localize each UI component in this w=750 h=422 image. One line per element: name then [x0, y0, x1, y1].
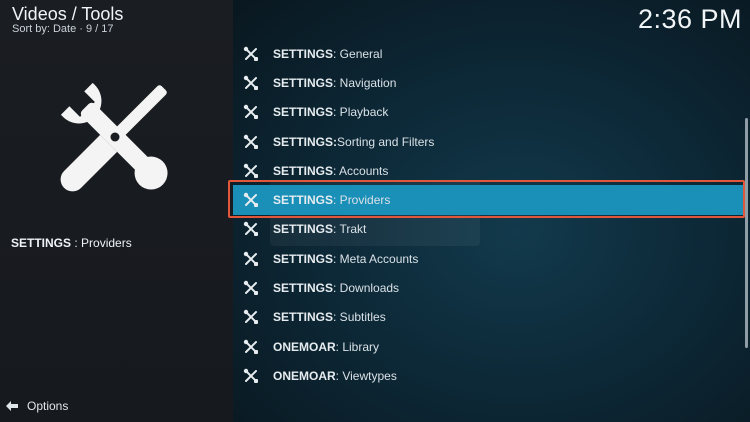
tools-icon: [243, 221, 259, 237]
menu-item-label: : Subtitles: [333, 310, 386, 325]
menu-item-label: : General: [333, 46, 383, 61]
menu-item-category: ONEMOAR: [273, 368, 336, 383]
left-info-panel: Videos / Tools Sort by: Date · 9 / 17 SE…: [0, 0, 233, 422]
scrollbar[interactable]: [745, 118, 748, 348]
menu-item-label: : Downloads: [333, 281, 400, 296]
tools-icon: [243, 104, 259, 120]
menu-item[interactable]: SETTINGS: Sorting and Filters: [233, 127, 743, 156]
menu-item[interactable]: SETTINGS : Subtitles: [233, 303, 743, 332]
menu-item[interactable]: SETTINGS : Providers: [233, 185, 743, 215]
tools-icon: [243, 368, 259, 384]
menu-item-category: SETTINGS:: [273, 134, 338, 149]
menu-item-label: : Providers: [333, 193, 391, 208]
selected-item-label: SETTINGS : Providers: [11, 236, 132, 250]
clock: 2:36 PM: [637, 4, 742, 34]
menu-item-label: : Trakt: [333, 222, 367, 237]
tools-icon: [243, 75, 259, 91]
options-arrows-icon: [6, 401, 18, 411]
menu-item[interactable]: SETTINGS : Playback: [233, 98, 743, 127]
menu-item-category: ONEMOAR: [273, 339, 336, 354]
options-button[interactable]: Options: [5, 399, 68, 413]
menu-item-label: : Meta Accounts: [333, 251, 419, 266]
window-title: Videos / Tools: [12, 4, 124, 24]
menu-item-label: : Playback: [333, 105, 389, 120]
tools-icon: [243, 280, 259, 296]
menu-item-category: SETTINGS: [273, 310, 334, 325]
options-label: Options: [27, 399, 69, 413]
menu-item[interactable]: ONEMOAR : Viewtypes: [233, 361, 743, 390]
menu-item[interactable]: SETTINGS : Meta Accounts: [233, 244, 743, 273]
menu-item-category: SETTINGS: [273, 163, 334, 178]
tools-icon: [243, 163, 259, 179]
tools-icon: [243, 251, 259, 267]
menu-item-category: SETTINGS: [273, 193, 334, 208]
menu-item-category: SETTINGS: [273, 75, 334, 90]
menu-item[interactable]: SETTINGS : Downloads: [233, 273, 743, 302]
menu-item[interactable]: SETTINGS : General: [233, 39, 743, 68]
menu-item-label: : Viewtypes: [335, 368, 397, 383]
item-position: 9 / 17: [86, 23, 114, 35]
menu-item-category: SETTINGS: [273, 281, 334, 296]
tools-icon: [243, 134, 259, 150]
menu-item[interactable]: SETTINGS : Accounts: [233, 156, 743, 185]
sort-info: Sort by: Date · 9 / 17: [12, 23, 114, 35]
menu-item-category: SETTINGS: [273, 251, 334, 266]
tools-icon: [60, 82, 168, 192]
sort-label: Sort by: Date: [12, 23, 77, 35]
menu-item-category: SETTINGS: [273, 46, 334, 61]
tools-menu-list: SETTINGS : General SETTINGS : Navigation S…: [233, 39, 743, 391]
tools-icon: [243, 192, 259, 208]
menu-item-label: Sorting and Filters: [337, 134, 435, 149]
menu-item-category: SETTINGS: [273, 105, 334, 120]
menu-item-category: SETTINGS: [273, 222, 334, 237]
menu-item[interactable]: SETTINGS : Trakt: [233, 215, 743, 244]
tools-icon: [243, 309, 259, 325]
menu-item[interactable]: SETTINGS : Navigation: [233, 68, 743, 97]
tools-icon: [243, 46, 259, 62]
menu-item-label: : Navigation: [333, 75, 397, 90]
menu-item-label: : Accounts: [333, 163, 389, 178]
menu-item[interactable]: ONEMOAR : Library: [233, 332, 743, 361]
tools-icon: [243, 339, 259, 355]
menu-item-label: : Library: [335, 339, 380, 354]
